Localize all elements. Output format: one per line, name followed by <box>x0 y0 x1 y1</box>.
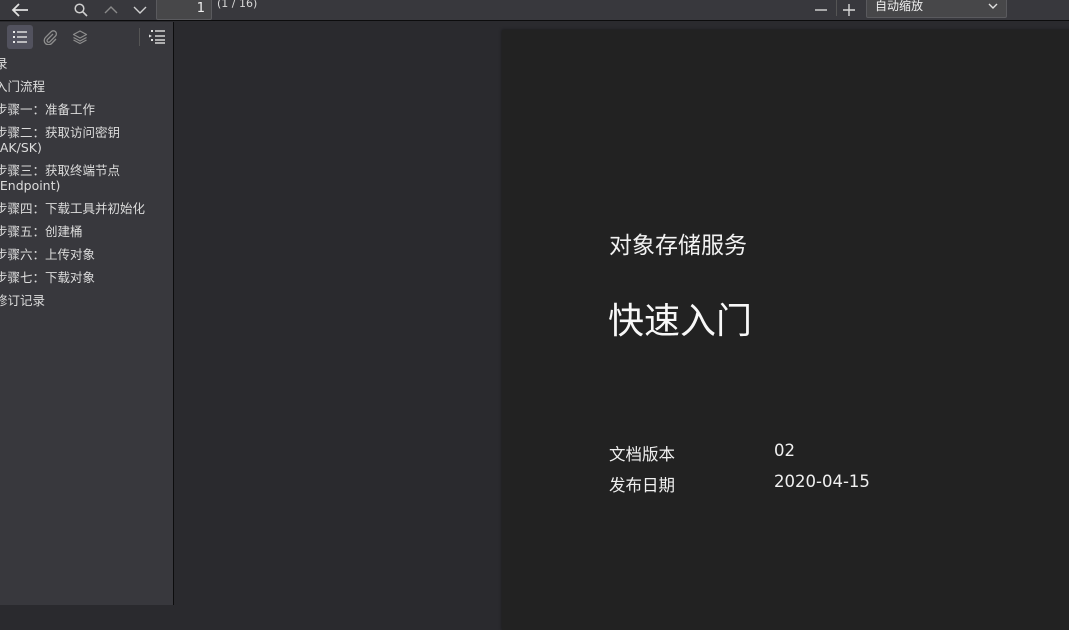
outline-item[interactable]: 步骤四：下载工具并初始化 <box>0 201 173 216</box>
outline-item[interactable]: 修订记录 <box>0 293 173 308</box>
outline-item[interactable]: 步骤一：准备工作 <box>0 102 173 117</box>
chevron-down-icon[interactable] <box>129 0 151 20</box>
date-label: 发布日期 <box>609 476 675 495</box>
document-viewer[interactable]: 对象存储服务 快速入门 文档版本 02 发布日期 2020-04-15 <box>175 22 1069 630</box>
search-icon[interactable] <box>70 0 92 20</box>
page-number-input[interactable]: 1 <box>156 0 212 20</box>
toolbar: 1 (1 / 16) 自动缩放 <box>0 0 1069 21</box>
outline-icon[interactable] <box>7 25 33 49</box>
layers-icon[interactable] <box>67 25 93 49</box>
version-value: 02 <box>774 441 795 460</box>
minus-icon[interactable] <box>812 0 830 20</box>
outline-item[interactable]: 步骤五：创建桶 <box>0 224 173 239</box>
sidebar: 录 入门流程 步骤一：准备工作 步骤二：获取访问密钥 (AK/SK) 步骤三：获… <box>0 22 174 605</box>
outline-item[interactable]: 录 <box>0 56 173 71</box>
outline-item[interactable]: 步骤三：获取终端节点 (Endpoint) <box>0 163 173 193</box>
outline-item[interactable]: 步骤二：获取访问密钥 (AK/SK) <box>0 125 173 155</box>
outline-item[interactable]: 入门流程 <box>0 79 173 94</box>
sidebar-toolbar-divider <box>139 28 140 46</box>
page-count: (1 / 16) <box>217 0 258 10</box>
document-page: 对象存储服务 快速入门 文档版本 02 发布日期 2020-04-15 <box>502 30 1069 630</box>
plus-icon[interactable] <box>840 0 858 20</box>
date-value: 2020-04-15 <box>774 472 870 491</box>
zoom-select[interactable]: 自动缩放 <box>866 0 1007 18</box>
document-service-name: 对象存储服务 <box>609 233 747 259</box>
zoom-value: 自动缩放 <box>875 0 924 13</box>
chevron-down-icon <box>988 0 998 13</box>
outline-item[interactable]: 步骤七：下载对象 <box>0 270 173 285</box>
outline-item[interactable]: 步骤六：上传对象 <box>0 247 173 262</box>
current-outline-icon[interactable] <box>144 25 170 49</box>
chevron-up-icon[interactable] <box>101 0 121 20</box>
zoom-divider <box>836 0 837 16</box>
version-label: 文档版本 <box>609 445 675 464</box>
document-title: 快速入门 <box>608 301 753 342</box>
sidebar-toolbar <box>0 22 173 52</box>
arrow-left-icon[interactable] <box>8 0 32 20</box>
paperclip-icon[interactable] <box>37 25 63 49</box>
outline-list: 录 入门流程 步骤一：准备工作 步骤二：获取访问密钥 (AK/SK) 步骤三：获… <box>0 56 173 316</box>
